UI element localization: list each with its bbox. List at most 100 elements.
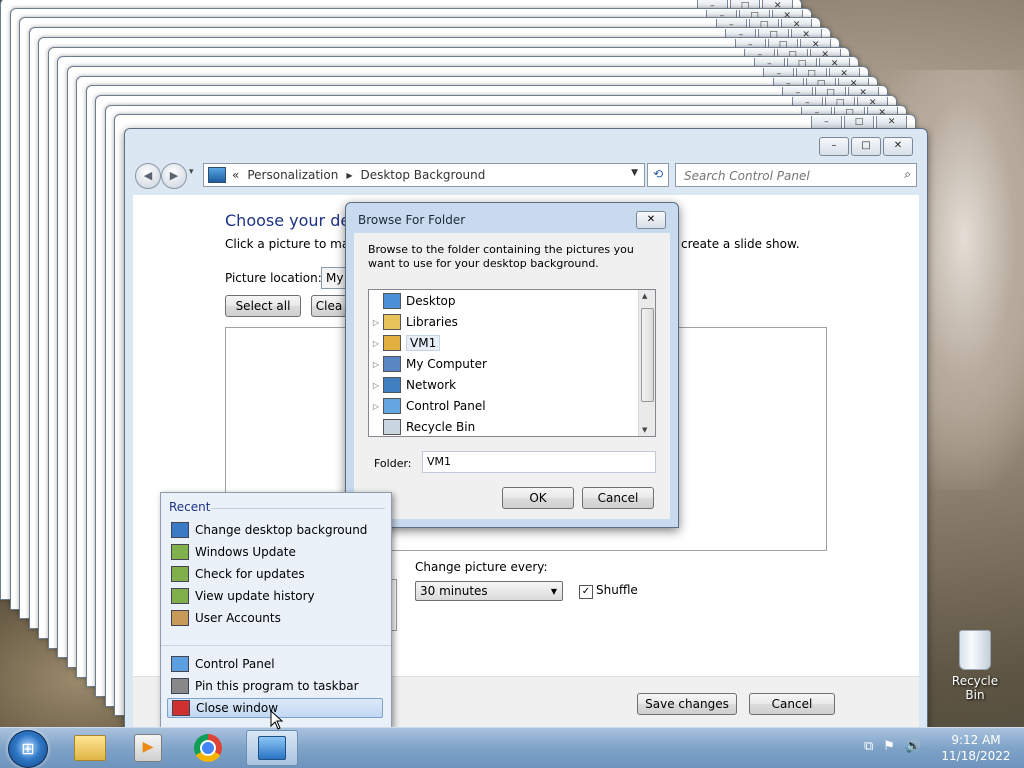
jump-list-recent-item[interactable]: Windows Update [167, 542, 383, 562]
tree-item[interactable]: Recycle Bin [371, 417, 476, 436]
jump-list-task-icon [171, 678, 189, 694]
scroll-up-icon[interactable]: ▲ [642, 292, 647, 300]
folder-icon [383, 335, 401, 351]
recycle-bin-shortcut[interactable]: Recycle Bin [942, 630, 1008, 702]
maximize-button[interactable]: □ [851, 137, 881, 156]
taskbar: ⊞ ▶ ⧉ ⚑ 🔊 9:12 AM 11/18/2022 [0, 727, 1024, 768]
breadcrumb-personalization[interactable]: Personalization [247, 168, 338, 182]
navigation-bar: ◀ ▶ ▾ « Personalization ▶ Desktop Backgr… [133, 163, 919, 191]
jump-list-item-icon [171, 544, 189, 560]
jump-list-item-label: User Accounts [195, 611, 281, 625]
taskbar-control-panel[interactable] [246, 730, 298, 766]
tree-expander-icon[interactable]: ▷ [371, 381, 381, 390]
jump-list-recent-item[interactable]: Change desktop background [167, 520, 383, 540]
tree-item[interactable]: ▷ Libraries [371, 312, 458, 332]
action-center-icon[interactable]: ⚑ [883, 739, 895, 754]
address-dropdown-icon[interactable]: ▼ [631, 168, 638, 178]
dialog-close-button[interactable]: ✕ [636, 211, 666, 229]
tree-expander-icon[interactable]: ▷ [371, 318, 381, 327]
close-button[interactable]: ✕ [883, 137, 913, 156]
clock[interactable]: 9:12 AM 11/18/2022 [940, 732, 1012, 764]
folder-icon [383, 419, 401, 435]
taskbar-jump-list[interactable]: Recent Change desktop background Windows … [160, 492, 392, 728]
interval-select[interactable]: 30 minutes ▼ [415, 581, 563, 601]
tree-item[interactable]: ▷ Network [371, 375, 456, 395]
jump-list-task-label: Pin this program to taskbar [195, 679, 359, 693]
refresh-button[interactable]: ⟲ [647, 163, 669, 187]
interval-value: 30 minutes [420, 584, 488, 598]
forward-button[interactable]: ▶ [161, 163, 187, 189]
folder-label: Folder: [374, 457, 412, 470]
shuffle-label[interactable]: Shuffle [596, 583, 638, 597]
dialog-body: Browse to the folder containing the pict… [354, 233, 670, 519]
tree-item-label: VM1 [406, 335, 441, 351]
tree-expander-icon[interactable]: ▷ [371, 339, 381, 348]
search-input[interactable] [682, 166, 886, 186]
minimize-button[interactable]: – [819, 137, 849, 156]
folder-field[interactable]: VM1 [422, 451, 656, 473]
dialog-title: Browse For Folder [358, 213, 466, 227]
tree-item-label: Control Panel [406, 399, 486, 413]
scroll-down-icon[interactable]: ▼ [642, 426, 647, 434]
tree-expander-icon[interactable]: ▷ [371, 360, 381, 369]
shuffle-checkbox[interactable]: ✓ [579, 585, 593, 599]
start-button[interactable]: ⊞ [8, 730, 48, 768]
taskbar-media-player[interactable]: ▶ [122, 730, 174, 766]
back-button[interactable]: ◀ [135, 163, 161, 189]
clear-all-button[interactable]: Clea [311, 295, 347, 317]
chevron-down-icon[interactable]: ▼ [551, 582, 557, 601]
tree-item[interactable]: ▷ VM1 [371, 333, 441, 353]
breadcrumb-separator-icon[interactable]: ▶ [346, 171, 352, 180]
jump-list-item-label: Check for updates [195, 567, 305, 581]
page-description: Click a picture to make it your desktop … [225, 237, 345, 251]
select-all-button[interactable]: Select all [225, 295, 301, 317]
page-title: Choose your desktop background [225, 211, 345, 230]
title-bar[interactable]: – □ ✕ [125, 129, 927, 159]
pin-to-taskbar-task[interactable]: Pin this program to taskbar [167, 676, 383, 696]
folder-icon [383, 293, 401, 309]
scroll-thumb[interactable] [641, 308, 654, 402]
taskbar-explorer[interactable] [64, 730, 116, 766]
control-panel-icon [208, 167, 226, 183]
recycle-bin-icon [959, 630, 991, 670]
jump-list-recent-item[interactable]: User Accounts [167, 608, 383, 628]
page-description-end: create a slide show. [681, 237, 800, 251]
recycle-bin-label: Recycle Bin [951, 674, 999, 702]
jump-list-item-icon [171, 522, 189, 538]
volume-icon[interactable]: 🔊 [905, 739, 921, 754]
address-chevrons[interactable]: « [232, 168, 239, 182]
browse-for-folder-dialog[interactable]: Browse For Folder ✕ Browse to the folder… [345, 202, 679, 528]
jump-list-task-icon [172, 700, 190, 716]
jump-list-task-label: Close window [196, 701, 279, 715]
tree-scrollbar[interactable]: ▲ ▼ [638, 290, 655, 436]
change-picture-label: Change picture every: [415, 560, 548, 574]
tree-item[interactable]: Desktop [371, 291, 456, 311]
network-icon[interactable]: ⧉ [864, 739, 873, 754]
control-panel-task[interactable]: Control Panel [167, 654, 383, 674]
taskbar-chrome[interactable] [182, 730, 234, 766]
save-changes-button[interactable]: Save changes [637, 693, 737, 715]
search-box[interactable]: ⌕ [675, 163, 917, 187]
address-bar[interactable]: « Personalization ▶ Desktop Background ▼ [203, 163, 645, 187]
cancel-button[interactable]: Cancel [749, 693, 835, 715]
folder-icon [383, 398, 401, 414]
jump-list-separator [161, 645, 391, 646]
folder-icon [74, 735, 106, 761]
ok-button[interactable]: OK [502, 487, 574, 509]
jump-list-item-icon [171, 610, 189, 626]
notification-area: ⧉ ⚑ 🔊 [864, 739, 921, 754]
tree-item-label: Recycle Bin [406, 420, 476, 434]
tree-item[interactable]: ▷ Control Panel [371, 396, 486, 416]
recent-divider [211, 508, 385, 509]
picture-location-label: Picture location: [225, 271, 322, 285]
jump-list-recent-item[interactable]: Check for updates [167, 564, 383, 584]
tree-item[interactable]: ▷ My Computer [371, 354, 487, 374]
search-icon[interactable]: ⌕ [904, 167, 911, 182]
jump-list-recent-item[interactable]: View update history [167, 586, 383, 606]
dialog-cancel-button[interactable]: Cancel [582, 487, 654, 509]
recent-pages-button[interactable]: ▾ [189, 167, 194, 177]
media-player-icon: ▶ [134, 734, 162, 762]
tree-expander-icon[interactable]: ▷ [371, 402, 381, 411]
folder-tree[interactable]: Desktop ▷ Libraries ▷ VM1 ▷ My Computer ▷ Networ… [368, 289, 656, 437]
breadcrumb-desktop-background[interactable]: Desktop Background [360, 168, 485, 182]
